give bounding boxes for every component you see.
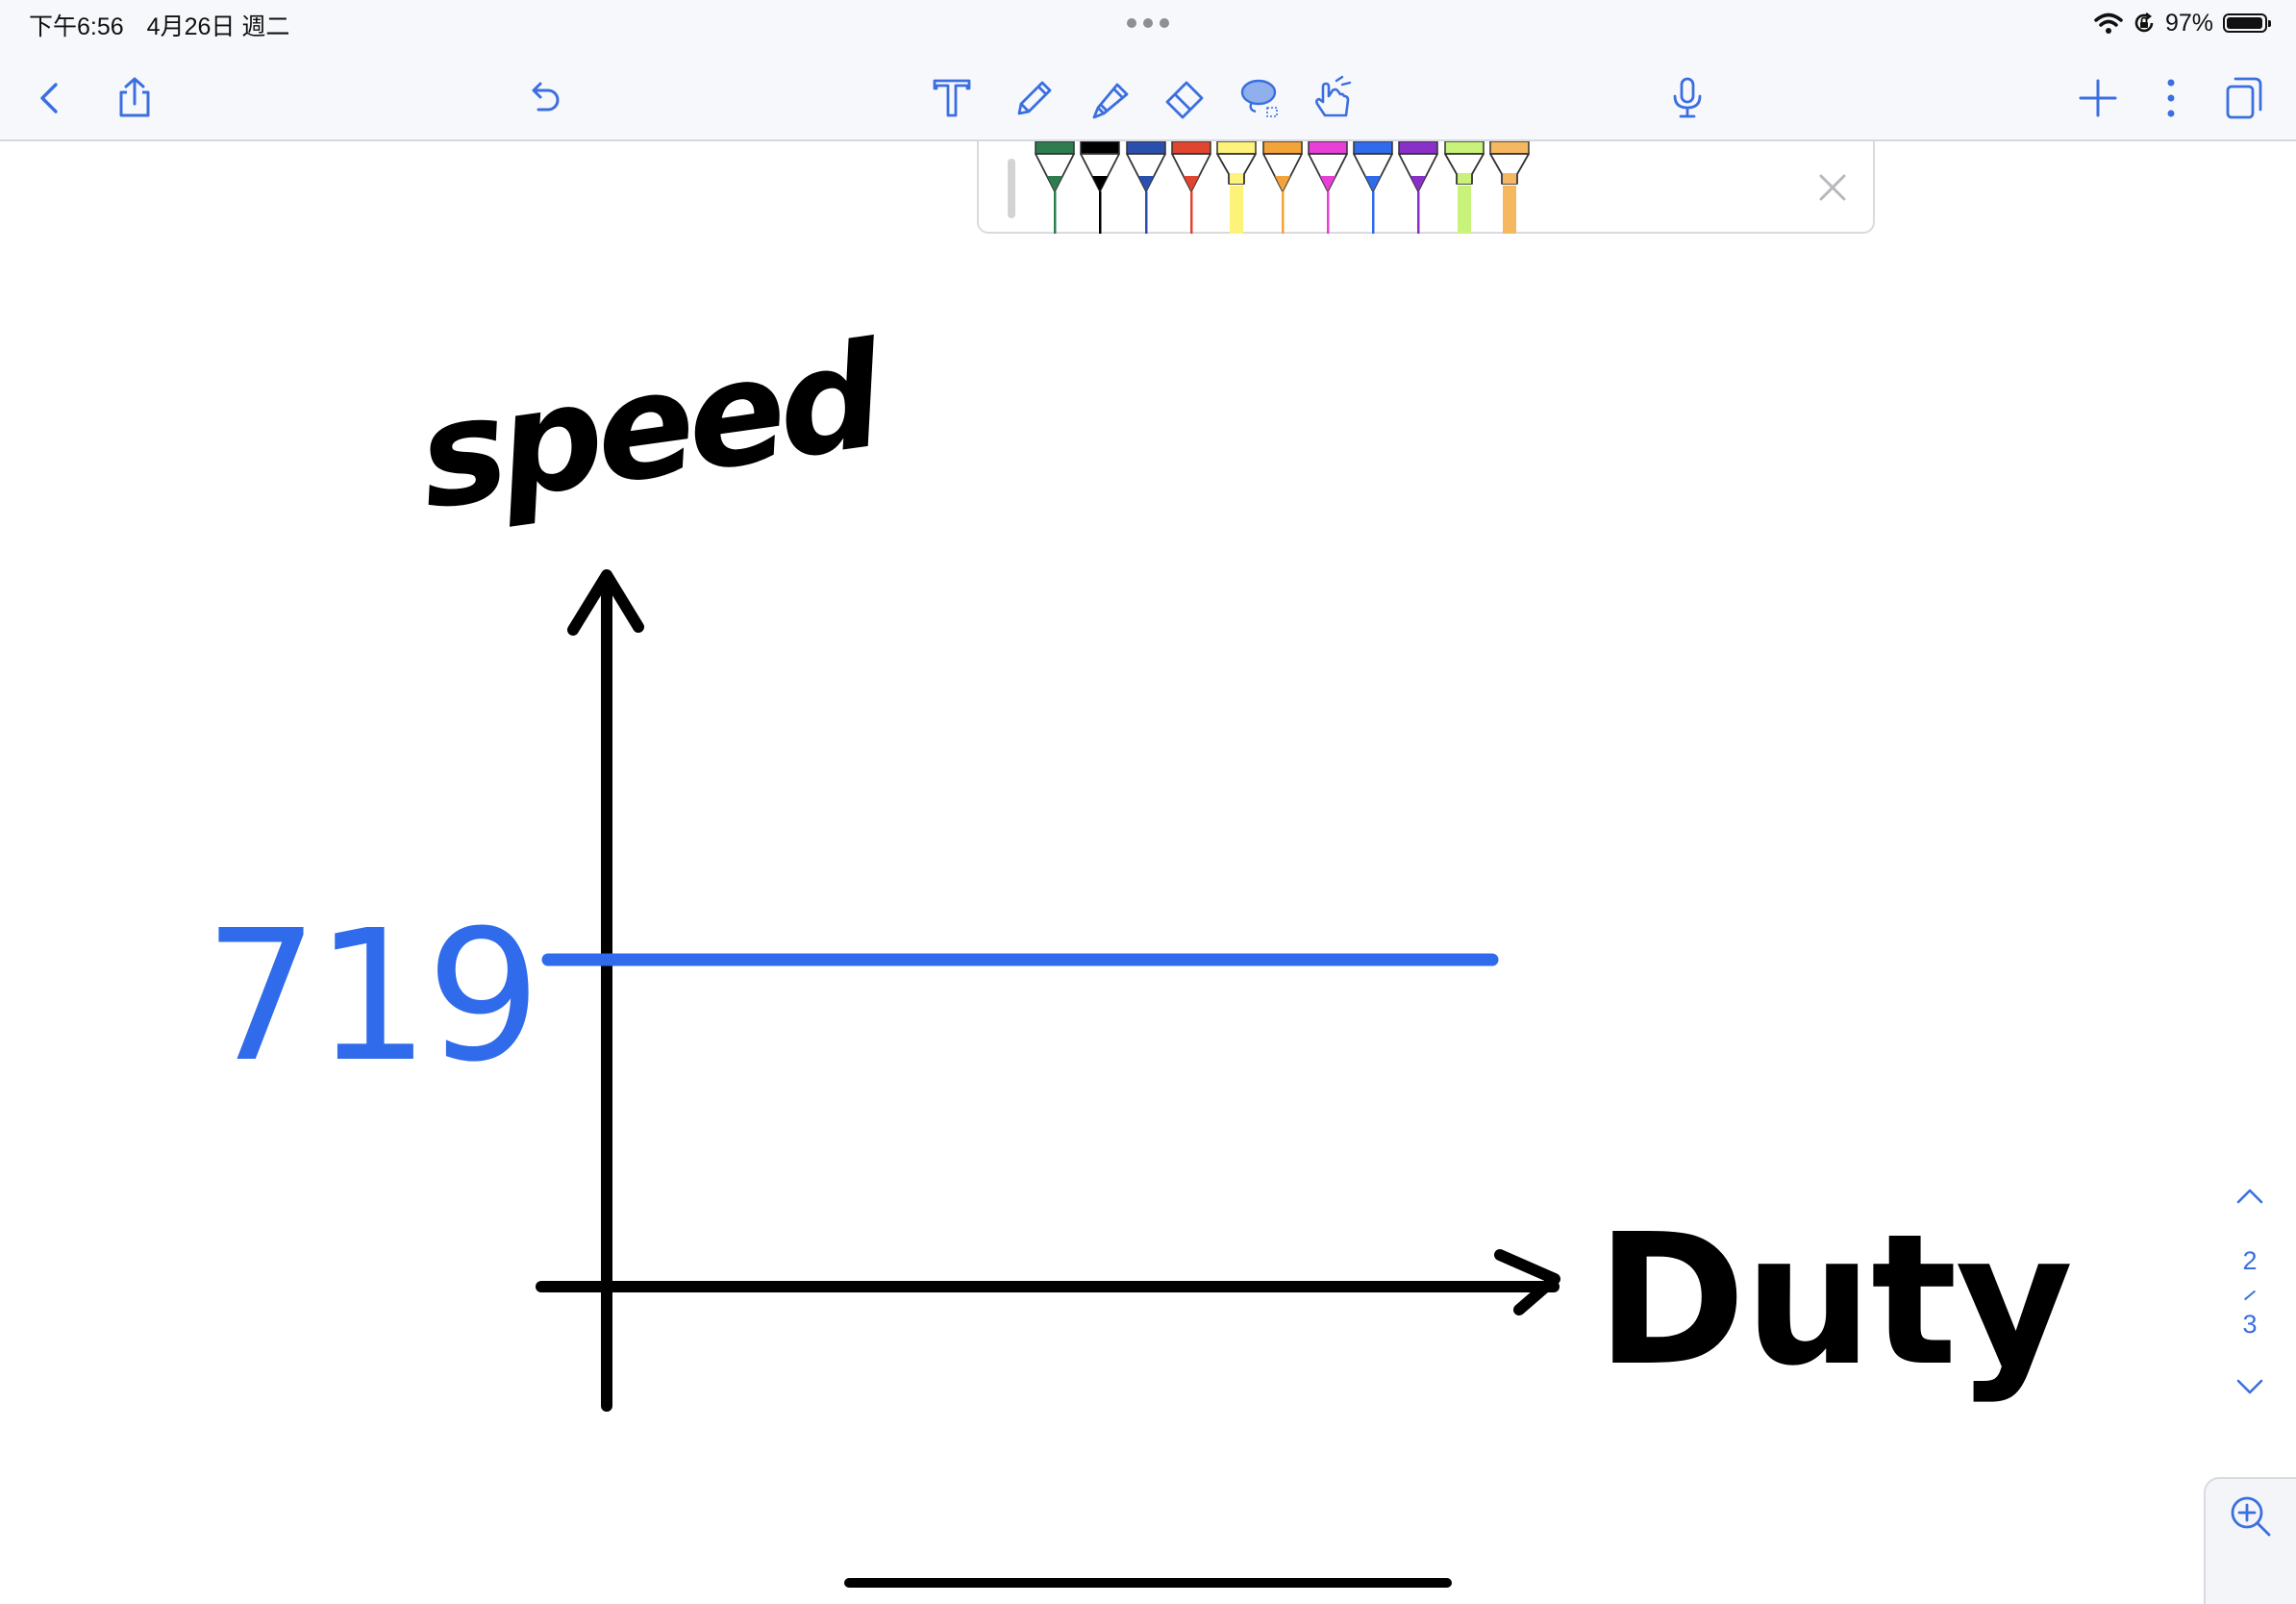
pages-button[interactable]: [2214, 69, 2272, 127]
toolbar: [0, 46, 2296, 141]
hand-pointer-tool-icon: [1315, 75, 1352, 117]
battery-percent: 97%: [2164, 9, 2213, 37]
zoom-panel: [2204, 1477, 2296, 1604]
pen-tool-button[interactable]: [1004, 69, 1061, 127]
highlighter-tool-button[interactable]: [1081, 69, 1138, 127]
back-button[interactable]: [21, 69, 79, 127]
previous-page-button[interactable]: [2231, 1181, 2269, 1210]
highlighter-tool-icon: [1092, 83, 1129, 119]
lasso-tool-icon: [1240, 79, 1278, 117]
more-vertical-icon: [2167, 79, 2175, 117]
text-tool-button[interactable]: [923, 69, 981, 127]
page-navigator: 2 3: [2221, 1181, 2279, 1412]
text-tool-icon: [933, 79, 971, 117]
next-page-button[interactable]: [2231, 1373, 2269, 1402]
orientation-lock-icon: [2134, 13, 2154, 33]
add-icon: [2079, 79, 2117, 117]
speed-value-label: 719: [204, 891, 541, 1102]
status-indicators: 97%: [2094, 7, 2271, 39]
pages-icon: [2226, 77, 2262, 119]
zoom-button[interactable]: [2227, 1492, 2275, 1541]
microphone-button[interactable]: [1659, 69, 1716, 127]
undo-icon: [532, 82, 560, 112]
home-indicator[interactable]: [844, 1578, 1452, 1588]
status-time: 下午6:56 4月26日 週二: [29, 8, 289, 42]
zoom-in-icon: [2231, 1496, 2271, 1537]
battery-icon: [2223, 13, 2271, 33]
share-icon: [119, 77, 150, 117]
hand-pointer-tool-button[interactable]: [1306, 69, 1363, 127]
microphone-icon: [1673, 77, 1702, 118]
clock-time: 下午6:56: [29, 13, 124, 40]
undo-button[interactable]: [515, 69, 573, 127]
back-chevron-icon: [40, 83, 58, 113]
add-page-button[interactable]: [2069, 69, 2127, 127]
clock-date: 4月26日 週二: [146, 13, 290, 40]
chevron-up-icon: [2236, 1189, 2263, 1204]
total-page-count: 3: [2242, 1310, 2258, 1339]
page-separator: [2243, 1290, 2257, 1301]
more-options-button[interactable]: [2142, 69, 2200, 127]
eraser-tool-icon: [1165, 81, 1204, 119]
battery-level: [2227, 17, 2262, 29]
pen-tool-icon: [1017, 81, 1052, 115]
multitasking-dots-icon[interactable]: [1127, 18, 1169, 28]
status-bar: 下午6:56 4月26日 週二 97%: [0, 0, 2296, 46]
wifi-icon: [2094, 13, 2123, 34]
chevron-down-icon: [2236, 1379, 2263, 1394]
note-canvas[interactable]: speed Duty 719: [0, 141, 2296, 1604]
lasso-tool-button[interactable]: [1233, 69, 1290, 127]
share-button[interactable]: [106, 69, 163, 127]
x-axis-label: Duty: [1596, 1195, 2073, 1406]
current-page-number: 2: [2242, 1246, 2258, 1275]
eraser-tool-button[interactable]: [1156, 69, 1213, 127]
